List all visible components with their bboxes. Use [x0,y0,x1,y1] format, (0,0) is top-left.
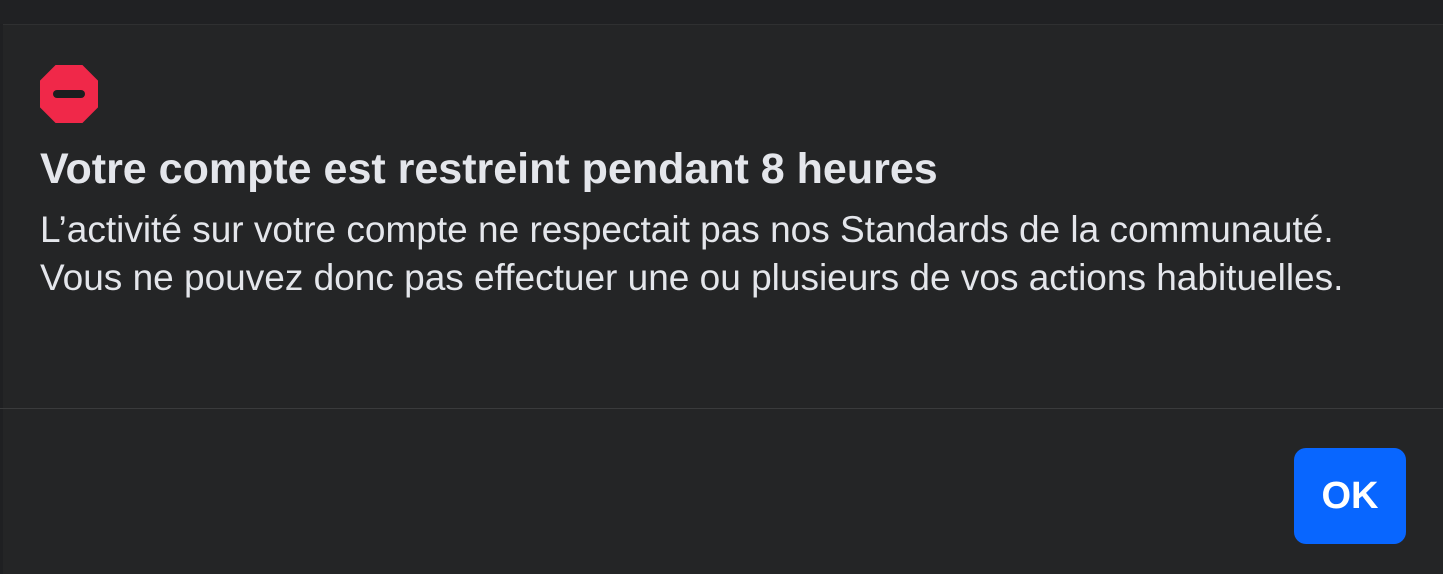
dialog-description: L’activité sur votre compte ne respectai… [40,209,1344,298]
restriction-dialog: Votre compte est restreint pendant 8 heu… [0,0,1443,574]
restricted-icon [40,65,98,123]
dialog-title: Votre compte est restreint pendant 8 heu… [40,145,938,193]
top-strip [0,0,1443,25]
ok-button[interactable]: OK [1294,448,1406,544]
dialog-footer: OK [0,409,1443,574]
dialog-body: Votre compte est restreint pendant 8 heu… [0,25,1443,408]
